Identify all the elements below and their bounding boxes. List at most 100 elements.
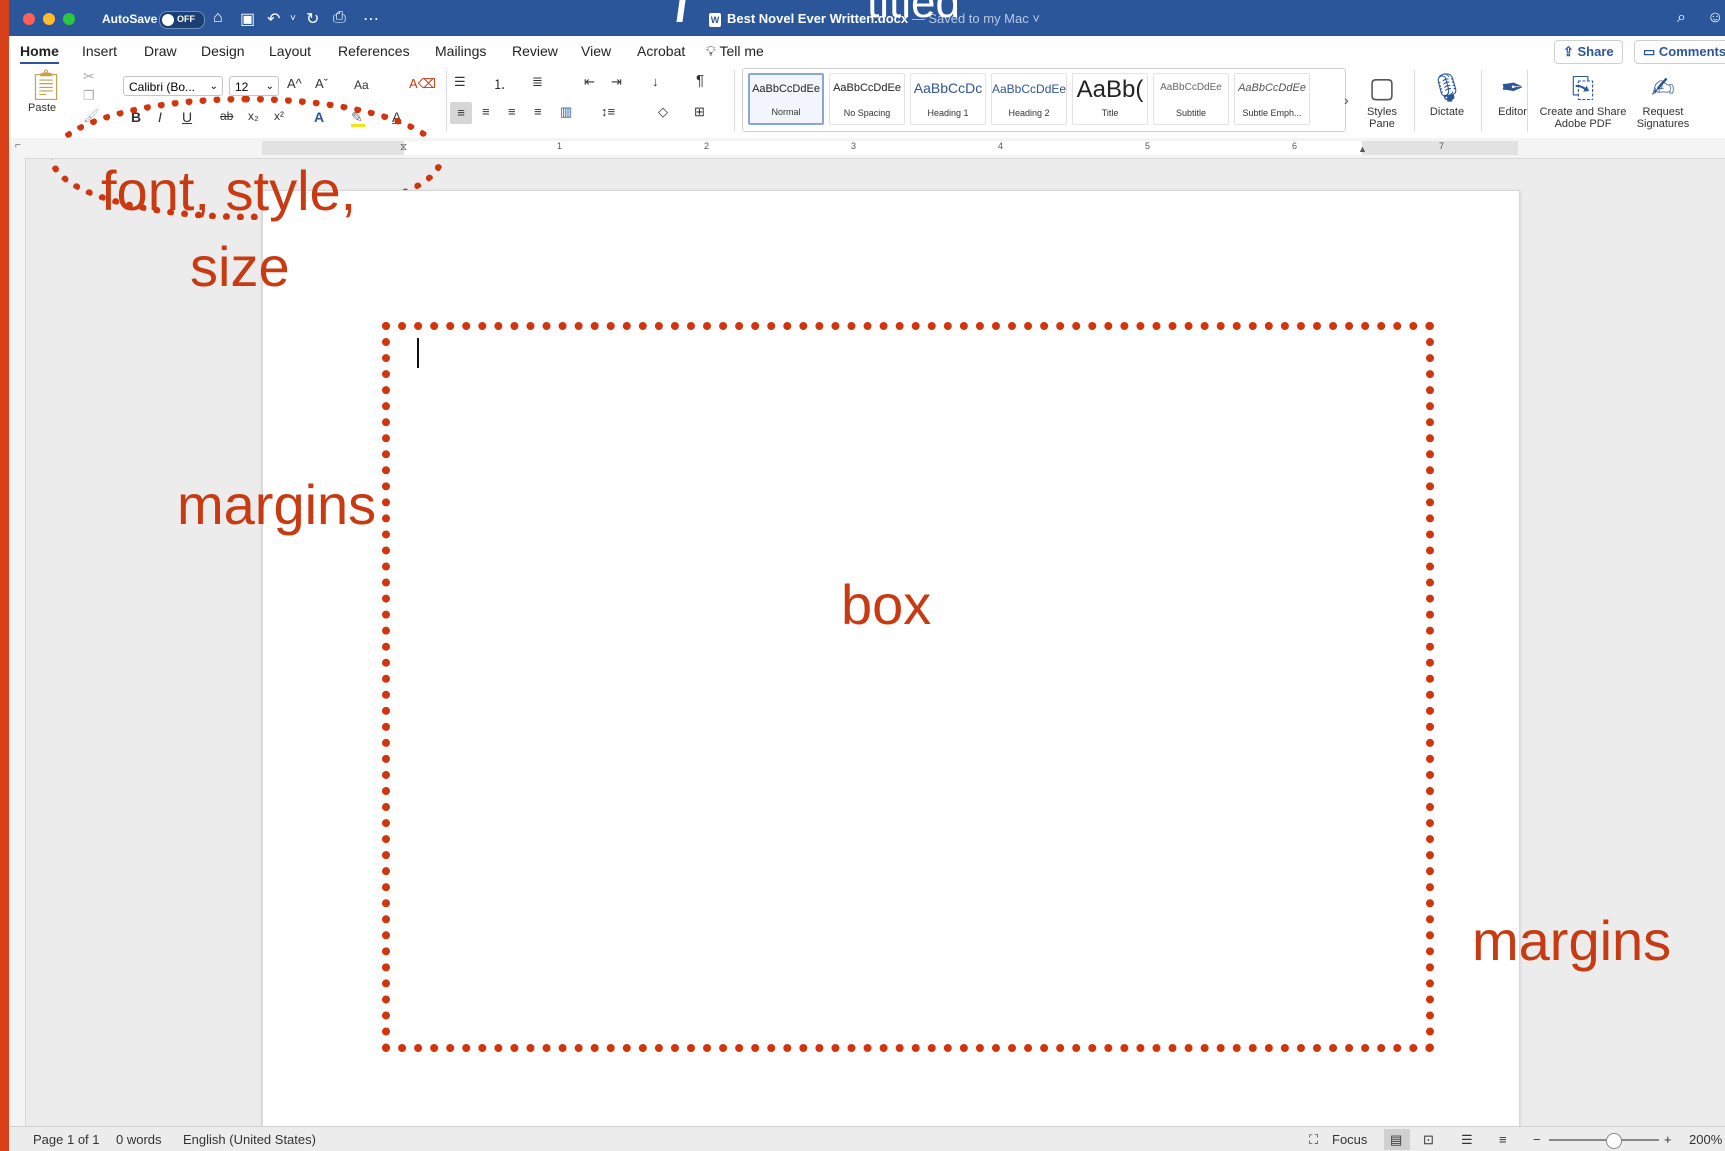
- editor-label: Editor: [1498, 106, 1527, 118]
- share-button[interactable]: ⇪ Share: [1554, 40, 1623, 64]
- ruler-number: 5: [1145, 141, 1151, 151]
- borders-icon[interactable]: ⊞: [694, 104, 705, 120]
- zoom-out-button[interactable]: −: [1533, 1132, 1541, 1147]
- home-icon[interactable]: ⌂: [213, 9, 223, 27]
- create-share-pdf-label: Create and Share Adobe PDF: [1539, 106, 1627, 130]
- tab-review[interactable]: Review: [512, 43, 558, 59]
- styles-pane-icon: ▢: [1368, 72, 1396, 103]
- font-name-dropdown[interactable]: Calibri (Bo... ⌄: [123, 76, 223, 96]
- tab-view[interactable]: View: [581, 43, 611, 59]
- font-size-dropdown[interactable]: 12 ⌄: [229, 76, 279, 96]
- tab-draw[interactable]: Draw: [144, 43, 177, 59]
- pdf-share-icon: ⎘: [1571, 72, 1595, 103]
- style-name: Heading 1: [927, 108, 969, 118]
- print-icon[interactable]: ⎙: [333, 9, 346, 27]
- vertical-ruler[interactable]: [9, 158, 26, 1126]
- style-heading-1[interactable]: AaBbCcDc Heading 1: [910, 73, 986, 125]
- multilevel-list-icon[interactable]: ≣: [532, 74, 543, 90]
- style-subtitle[interactable]: AaBbCcDdEe Subtitle: [1153, 73, 1229, 125]
- copy-icon[interactable]: ❐: [83, 88, 95, 104]
- focus-label[interactable]: Focus: [1332, 1132, 1367, 1147]
- chevron-right-icon[interactable]: ›: [1344, 92, 1349, 108]
- create-share-pdf-button[interactable]: ⎘ Create and Share Adobe PDF: [1537, 70, 1629, 130]
- request-signatures-button[interactable]: ✍︎ Request Signatures: [1631, 70, 1695, 130]
- undo-icon[interactable]: ↶: [267, 9, 280, 29]
- tab-layout[interactable]: Layout: [269, 43, 311, 59]
- undo-dropdown-icon[interactable]: ˅: [290, 13, 296, 24]
- editor-button[interactable]: ✒ Editor: [1485, 70, 1540, 118]
- save-icon[interactable]: ▣: [240, 9, 255, 29]
- style-title[interactable]: AaBb( Title: [1072, 73, 1148, 125]
- redo-icon[interactable]: ↻: [306, 9, 319, 29]
- style-sample: AaBbCcDc: [913, 80, 983, 96]
- minimize-window-button[interactable]: [43, 13, 55, 25]
- tab-insert[interactable]: Insert: [82, 43, 117, 59]
- style-heading-2[interactable]: AaBbCcDdEe Heading 2: [991, 73, 1067, 125]
- comments-label: Comments: [1658, 44, 1725, 59]
- style-no-spacing[interactable]: AaBbCcDdEe No Spacing: [829, 73, 905, 125]
- change-case-button[interactable]: Aa: [354, 78, 369, 92]
- clear-formatting-icon[interactable]: A⌫: [409, 76, 436, 92]
- comments-button[interactable]: ▭ Comments: [1634, 40, 1725, 64]
- style-name: Heading 2: [1008, 108, 1050, 118]
- zoom-slider-handle[interactable]: [1606, 1133, 1622, 1149]
- tab-references[interactable]: References: [338, 43, 410, 59]
- justify-icon[interactable]: ≡: [534, 104, 542, 119]
- align-left-icon[interactable]: ≡: [450, 102, 472, 124]
- language-indicator[interactable]: English (United States): [183, 1132, 316, 1147]
- tab-home[interactable]: Home: [20, 43, 59, 65]
- separator: [1481, 70, 1482, 132]
- more-options-icon[interactable]: ⋯: [363, 9, 379, 29]
- increase-indent-icon[interactable]: ⇥: [611, 74, 622, 90]
- tab-acrobat[interactable]: Acrobat: [637, 43, 685, 59]
- cut-icon[interactable]: ✂: [83, 68, 95, 85]
- paste-icon[interactable]: 📋︎: [27, 68, 65, 103]
- style-normal[interactable]: AaBbCcDdEe Normal: [748, 73, 824, 125]
- search-icon[interactable]: ⌕: [1677, 9, 1686, 27]
- close-window-button[interactable]: [23, 13, 35, 25]
- style-subtle-emphasis[interactable]: AaBbCcDdEe Subtle Emph...: [1234, 73, 1310, 125]
- bullets-icon[interactable]: ☰: [454, 74, 466, 90]
- dictate-button[interactable]: 🎙︎ Dictate: [1417, 70, 1477, 118]
- web-layout-icon[interactable]: ⊡: [1423, 1132, 1434, 1148]
- status-bar: Page 1 of 1 0 words English (United Stat…: [9, 1126, 1725, 1151]
- outline-view-icon[interactable]: ☰: [1461, 1132, 1473, 1148]
- zoom-slider-track[interactable]: [1549, 1139, 1659, 1141]
- sort-icon[interactable]: ↓: [652, 74, 659, 89]
- tab-stop-icon[interactable]: ⌐: [15, 140, 21, 151]
- style-name: Normal: [771, 107, 801, 117]
- ruler-number: 6: [1292, 141, 1298, 151]
- decrease-indent-icon[interactable]: ⇤: [584, 74, 595, 90]
- align-right-icon[interactable]: ≡: [508, 104, 516, 119]
- grow-font-button[interactable]: A^: [287, 76, 302, 91]
- page-count[interactable]: Page 1 of 1: [33, 1132, 100, 1147]
- tab-mailings[interactable]: Mailings: [435, 43, 486, 59]
- right-indent-marker-icon[interactable]: ▲: [1358, 144, 1367, 154]
- horizontal-ruler[interactable]: ⌐ 1 2 3 4 5 6 7 ⧖ ▲: [9, 138, 1725, 159]
- autosave-toggle[interactable]: OFF: [159, 11, 205, 29]
- styles-pane-button[interactable]: ▢ Styles Pane: [1357, 70, 1407, 130]
- paste-label[interactable]: Paste: [28, 102, 56, 114]
- focus-icon[interactable]: ⛶: [1309, 1132, 1318, 1148]
- shrink-font-button[interactable]: Aˇ: [315, 76, 328, 91]
- show-formatting-icon[interactable]: ¶: [696, 72, 704, 89]
- indent-marker-icon[interactable]: ⧖: [400, 142, 407, 153]
- numbering-icon[interactable]: ⒈: [493, 74, 506, 93]
- account-icon[interactable]: ☺: [1707, 9, 1723, 27]
- zoom-level[interactable]: 200%: [1689, 1132, 1722, 1147]
- style-sample: AaBbCcDdEe: [833, 82, 901, 94]
- zoom-in-button[interactable]: +: [1664, 1132, 1672, 1147]
- tell-me-search[interactable]: 💡︎ Tell me: [706, 43, 764, 60]
- draft-view-icon[interactable]: ≡: [1499, 1132, 1507, 1147]
- ribbon-home: 📋︎ Paste ✂ ❐ 🖌︎ Calibri (Bo... ⌄ 12 ⌄ A^ A…: [9, 64, 1725, 220]
- line-spacing-icon[interactable]: ↕≡: [601, 104, 615, 119]
- align-center-icon[interactable]: ≡: [482, 104, 490, 119]
- shading-icon[interactable]: ◇: [658, 104, 668, 120]
- tab-design[interactable]: Design: [201, 43, 245, 59]
- annotation-margins-left: margins: [177, 473, 377, 536]
- word-count[interactable]: 0 words: [116, 1132, 162, 1147]
- style-sample: AaBbCcDdEe: [992, 82, 1066, 96]
- columns-icon[interactable]: ▥: [560, 104, 572, 120]
- print-layout-icon[interactable]: ▤: [1390, 1132, 1402, 1148]
- zoom-window-button[interactable]: [63, 13, 75, 25]
